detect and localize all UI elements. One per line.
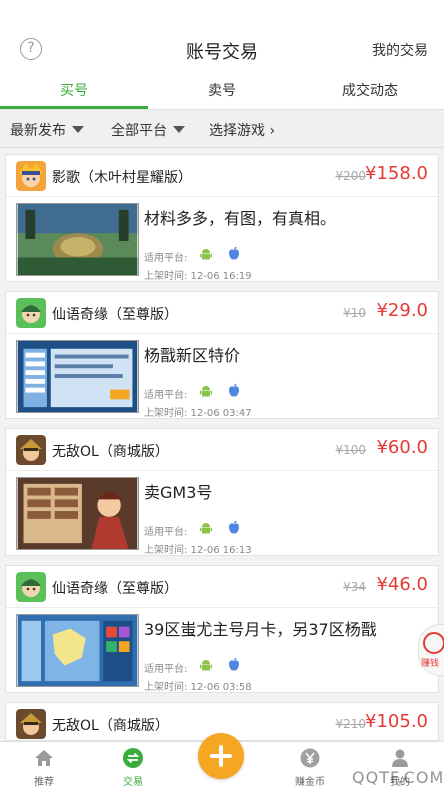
android-icon <box>200 249 212 260</box>
apple-icon <box>229 383 239 397</box>
tab-deals[interactable]: 成交动态 <box>296 80 444 110</box>
tabbar-item-trade[interactable]: 交易 <box>93 742 173 789</box>
game-filter-label: 选择游戏 <box>209 123 265 139</box>
user-icon <box>392 749 408 767</box>
game-filter[interactable]: 选择游戏 › <box>209 120 275 140</box>
earn-float-button[interactable]: 赚钱 <box>418 624 444 676</box>
game-screenshot <box>16 203 139 276</box>
filter-bar: 最新发布 全部平台 选择游戏 › <box>0 110 444 148</box>
platform-label: 适用平台: <box>144 527 188 538</box>
my-trade-link[interactable]: 我的交易 <box>372 40 428 60</box>
listing-price: ¥105.0 <box>365 711 428 732</box>
card-divider <box>6 333 438 334</box>
android-icon <box>200 523 212 534</box>
tabbar-label: 交易 <box>123 777 143 788</box>
android-icon <box>200 386 212 397</box>
tab-sell[interactable]: 卖号 <box>148 80 296 110</box>
original-price: ¥10 <box>343 306 366 320</box>
apple-icon <box>229 246 239 260</box>
top-header: ? 账号交易 我的交易 <box>0 0 444 80</box>
listing-card[interactable]: 仙语奇缘（至尊版） ¥34 ¥46.0 39区蚩尤主号月卡，另37区杨戬 适用平… <box>5 565 439 693</box>
android-icon <box>200 660 212 671</box>
listing-price: ¥60.0 <box>376 437 428 458</box>
tabbar-label: 推荐 <box>34 777 54 788</box>
wudi-avatar-icon <box>16 435 46 465</box>
earn-float-label: 赚钱 <box>421 659 440 669</box>
naruto-avatar-icon <box>16 161 46 191</box>
tabbar-label: 赚金币 <box>295 777 325 788</box>
xianyu-avatar-icon <box>16 572 46 602</box>
sort-filter[interactable]: 最新发布 <box>10 120 84 140</box>
listing-description: 39区蚩尤主号月卡，另37区杨戬 <box>144 620 377 639</box>
original-price: ¥100 <box>335 443 366 457</box>
listing-price: ¥29.0 <box>376 300 428 321</box>
wudi-avatar-icon <box>16 709 46 739</box>
game-screenshot <box>16 614 139 687</box>
listing-price: ¥46.0 <box>376 574 428 595</box>
platform-label: 适用平台: <box>144 390 188 401</box>
platform-filter[interactable]: 全部平台 <box>111 120 185 140</box>
caret-down-icon <box>173 126 185 133</box>
platform-filter-label: 全部平台 <box>111 123 167 139</box>
game-screenshot <box>16 340 139 413</box>
tabbar-item-recommend[interactable]: 推荐 <box>4 742 84 789</box>
platform-label: 适用平台: <box>144 253 188 264</box>
game-screenshot <box>16 477 139 550</box>
listing-description: 材料多多，有图，有真相。 <box>144 209 337 228</box>
listing-card[interactable]: 影歌（木叶村星耀版） ¥200 ¥158.0 材料多多，有图，有真相。 适用平台… <box>5 154 439 282</box>
list-time: 上架时间: 12-06 16:19 <box>144 271 252 282</box>
xianyu-avatar-icon <box>16 298 46 328</box>
apple-icon <box>229 520 239 534</box>
original-price: ¥210 <box>335 717 366 731</box>
listing-description: 卖GM3号 <box>144 483 213 502</box>
original-price: ¥200 <box>335 169 366 183</box>
home-icon <box>35 750 53 766</box>
apple-icon <box>229 657 239 671</box>
caret-down-icon <box>72 126 84 133</box>
listing-title: 仙语奇缘（至尊版） <box>52 581 178 597</box>
listing-title: 仙语奇缘（至尊版） <box>52 307 178 323</box>
watermark: QQTF.COM <box>352 768 444 787</box>
card-divider <box>6 196 438 197</box>
tabbar-item-earn-coins[interactable]: 赚金币 <box>270 742 350 789</box>
coin-icon <box>300 748 320 768</box>
listing-card[interactable]: 仙语奇缘（至尊版） ¥10 ¥29.0 杨戬新区特价 适用平台: 上架时间: 1… <box>5 291 439 419</box>
platform-label: 适用平台: <box>144 664 188 675</box>
original-price: ¥34 <box>343 580 366 594</box>
publish-plus-button[interactable] <box>198 733 244 779</box>
card-divider <box>6 470 438 471</box>
list-time: 上架时间: 12-06 16:13 <box>144 545 252 556</box>
listing-title: 无敌OL（商城版） <box>52 718 169 734</box>
listing-card[interactable]: 无敌OL（商城版） ¥100 ¥60.0 卖GM3号 适用平台: 上架时间: 1… <box>5 428 439 556</box>
trade-icon <box>123 748 143 768</box>
sort-filter-label: 最新发布 <box>10 123 66 139</box>
listing-description: 杨戬新区特价 <box>144 346 241 365</box>
listing-title: 影歌（木叶村星耀版） <box>52 170 192 186</box>
earn-icon <box>423 632 444 654</box>
listing-price: ¥158.0 <box>365 163 428 184</box>
list-time: 上架时间: 12-06 03:47 <box>144 408 252 419</box>
card-divider <box>6 607 438 608</box>
list-time: 上架时间: 12-06 03:58 <box>144 682 252 693</box>
listing-title: 无敌OL（商城版） <box>52 444 169 460</box>
chevron-right-icon: › <box>269 123 276 139</box>
